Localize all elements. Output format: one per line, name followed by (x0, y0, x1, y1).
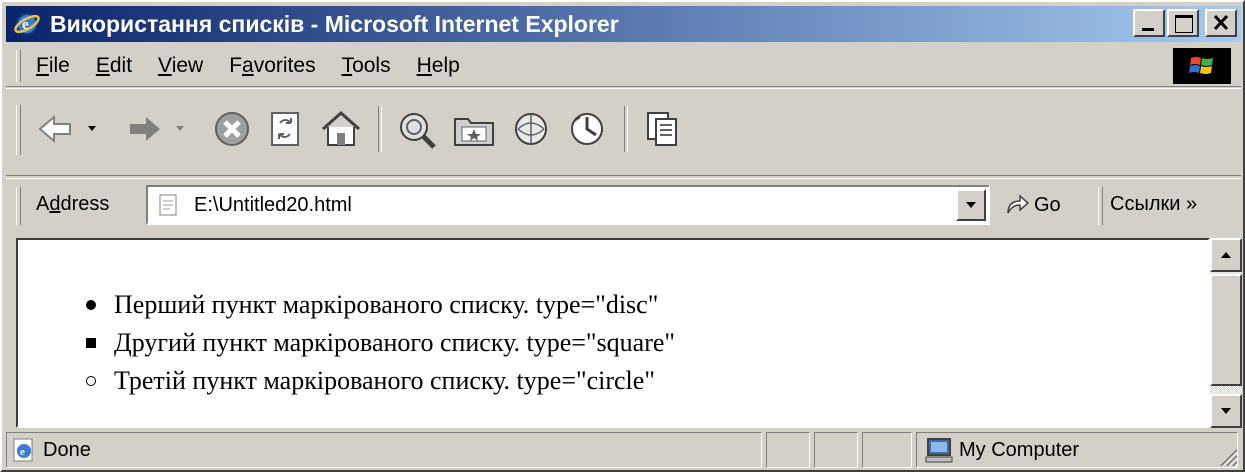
menu-file[interactable]: File (36, 54, 70, 78)
minimize-icon (1142, 28, 1154, 31)
address-field[interactable]: E:\Untitled20.html (146, 185, 990, 225)
refresh-icon (271, 112, 299, 146)
arrow-up-icon (1221, 252, 1231, 258)
go-button[interactable]: Go (1004, 193, 1061, 217)
address-bar: Address E:\Untitled20.html Go Ссылки » (6, 178, 1241, 233)
square-bullet-icon (86, 338, 96, 348)
menu-bar: File Edit View Favorites Tools Help (6, 46, 1241, 87)
status-main-pane: e Done (6, 432, 762, 468)
home-button[interactable] (320, 106, 362, 152)
security-zone-pane: My Computer (916, 432, 1238, 468)
status-pane (766, 432, 810, 468)
maximize-icon (1175, 15, 1193, 33)
chevron-down-icon (966, 202, 976, 208)
vertical-scrollbar[interactable] (1210, 238, 1242, 428)
history-button[interactable] (510, 106, 552, 152)
history-icon (515, 113, 547, 145)
stop-button[interactable] (212, 106, 252, 152)
svg-text:e: e (20, 446, 25, 458)
status-bar: e Done My Computer (6, 430, 1241, 470)
address-dropdown-button[interactable] (956, 189, 986, 221)
title-bar[interactable]: e Використання списків - Microsoft Inter… (6, 6, 1241, 42)
maximize-button[interactable] (1167, 9, 1199, 37)
computer-icon (925, 437, 953, 463)
address-label: Address (36, 193, 110, 215)
menu-view[interactable]: View (158, 54, 203, 78)
forward-icon (130, 117, 184, 141)
scroll-thumb[interactable] (1210, 274, 1242, 386)
menu-help[interactable]: Help (417, 54, 460, 78)
favorites-icon (454, 118, 494, 146)
window-title: Використання списків - Microsoft Interne… (50, 10, 619, 37)
go-label: Go (1034, 193, 1061, 216)
windows-logo-icon (1173, 48, 1231, 84)
links-button[interactable]: Ссылки » (1110, 193, 1197, 216)
status-pane (814, 432, 858, 468)
links-separator[interactable] (1098, 187, 1103, 225)
refresh-button[interactable] (266, 106, 306, 152)
list-item-text: Перший пункт маркірованого списку. type=… (114, 290, 659, 319)
browser-window: e Використання списків - Microsoft Inter… (0, 0, 1245, 472)
print-button[interactable] (642, 106, 682, 152)
ie-logo-icon: e (12, 9, 42, 39)
page-content: Перший пункт маркірованого списку. type=… (16, 238, 1210, 428)
go-arrow-icon (1007, 194, 1030, 214)
list-item: Другий пункт маркірованого списку. type=… (78, 324, 675, 362)
forward-button[interactable] (124, 106, 198, 152)
bulleted-list: Перший пункт маркірованого списку. type=… (78, 286, 675, 400)
list-item-text: Третій пункт маркірованого списку. type=… (114, 366, 655, 395)
menu-favorites[interactable]: Favorites (229, 54, 315, 78)
disc-bullet-icon (86, 300, 96, 310)
menu-tools[interactable]: Tools (342, 54, 391, 78)
close-button[interactable] (1205, 9, 1237, 37)
toolbar-separator (378, 106, 382, 152)
resize-grip-icon[interactable] (1215, 444, 1239, 468)
mail-icon (571, 113, 603, 145)
list-item: Третій пункт маркірованого списку. type=… (78, 362, 675, 400)
address-grip[interactable] (16, 187, 21, 225)
standard-toolbar (6, 88, 1241, 176)
zone-text: My Computer (959, 438, 1080, 461)
toolbar-separator (624, 106, 628, 152)
menu-edit[interactable]: Edit (96, 54, 132, 78)
toolbar-grip[interactable] (16, 105, 21, 155)
back-button[interactable] (36, 106, 110, 152)
status-pane (862, 432, 912, 468)
favorites-button[interactable] (452, 106, 496, 152)
page-icon (156, 193, 180, 222)
home-icon (322, 110, 360, 146)
search-button[interactable] (396, 106, 438, 152)
address-value[interactable]: E:\Untitled20.html (194, 194, 352, 217)
close-icon (1213, 14, 1229, 31)
circle-bullet-icon (86, 376, 96, 386)
list-item-text: Другий пункт маркірованого списку. type=… (114, 328, 676, 357)
status-text: Done (43, 438, 91, 461)
search-icon (400, 113, 436, 149)
mail-button[interactable] (566, 106, 608, 152)
scroll-up-button[interactable] (1210, 238, 1242, 272)
stop-icon (215, 112, 249, 146)
list-item: Перший пункт маркірованого списку. type=… (78, 286, 675, 324)
scroll-down-button[interactable] (1210, 394, 1242, 428)
svg-text:e: e (22, 17, 29, 33)
back-icon (38, 114, 96, 144)
print-icon (647, 112, 677, 146)
minimize-button[interactable] (1133, 9, 1165, 37)
menu-grip[interactable] (16, 50, 21, 82)
arrow-down-icon (1221, 408, 1231, 414)
ie-page-icon: e (11, 437, 37, 463)
